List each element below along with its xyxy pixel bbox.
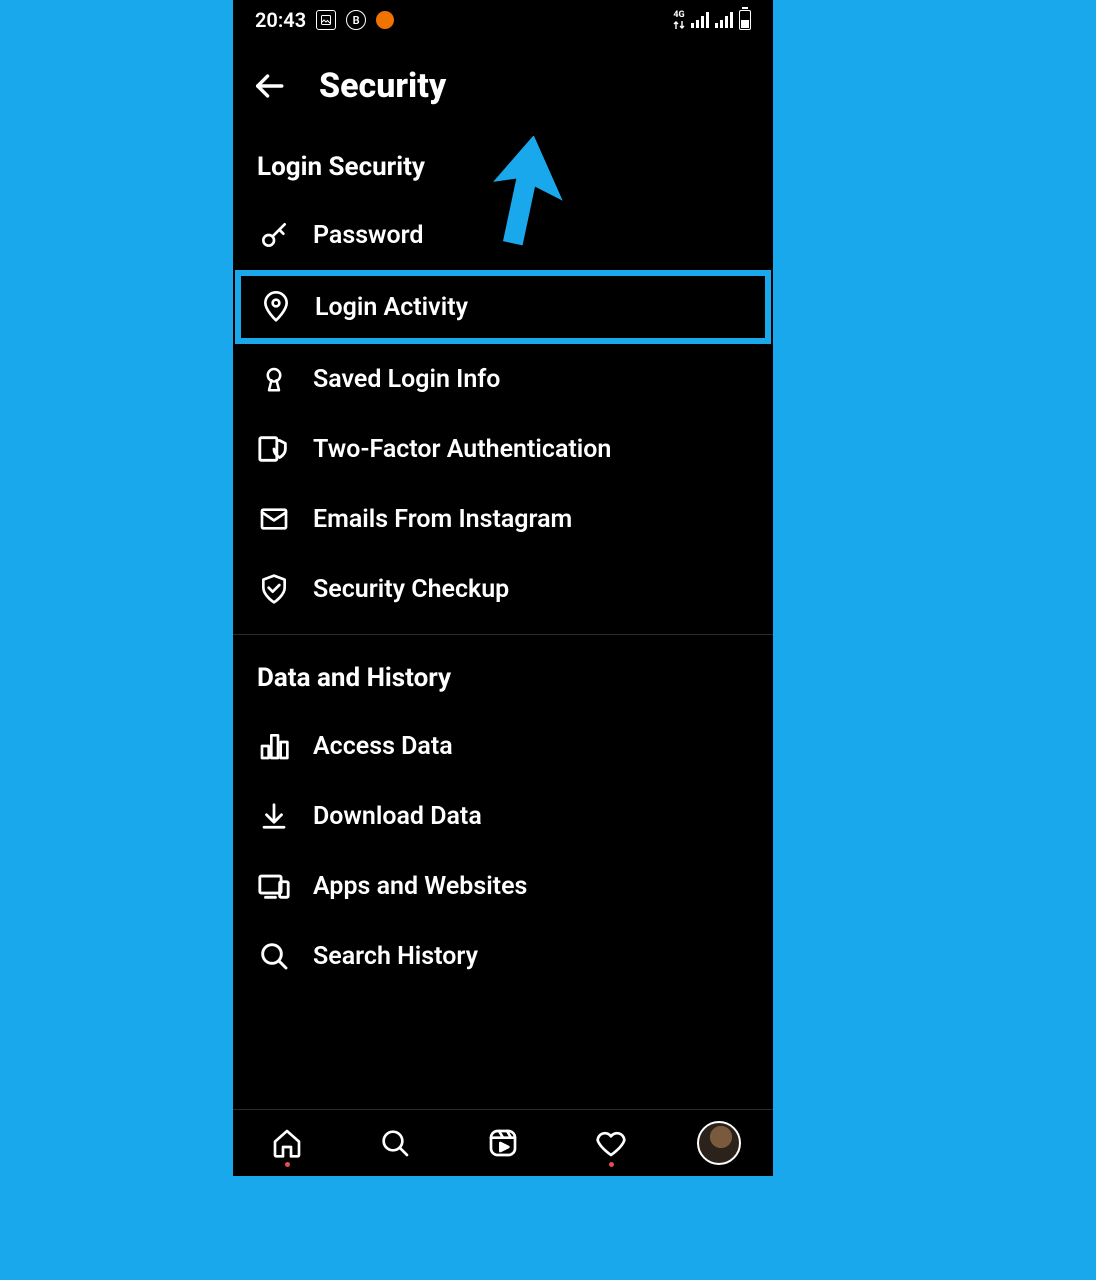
status-left: 20:43 B bbox=[255, 8, 394, 32]
signal-icon bbox=[691, 12, 709, 28]
page-title: Security bbox=[319, 66, 446, 106]
nav-profile[interactable] bbox=[697, 1121, 741, 1165]
highlight-login-activity: Login Activity bbox=[235, 270, 771, 344]
mail-icon bbox=[257, 502, 291, 536]
key-icon bbox=[257, 218, 291, 252]
network-indicator: 4G bbox=[673, 11, 685, 30]
section-login-security-title: Login Security bbox=[233, 124, 773, 200]
bottom-nav bbox=[233, 1109, 773, 1176]
menu-item-emails[interactable]: Emails From Instagram bbox=[233, 484, 773, 554]
notification-dot-icon bbox=[376, 11, 394, 29]
status-right: 4G bbox=[673, 10, 751, 30]
keyhole-icon bbox=[257, 362, 291, 396]
shield-check-icon bbox=[257, 572, 291, 606]
menu-label: Search History bbox=[313, 942, 478, 971]
badge-b-icon: B bbox=[346, 10, 366, 30]
search-icon bbox=[379, 1127, 411, 1159]
back-button[interactable] bbox=[249, 66, 289, 106]
menu-label: Two-Factor Authentication bbox=[313, 435, 611, 464]
notification-dot bbox=[609, 1162, 614, 1167]
menu-item-access-data[interactable]: Access Data bbox=[233, 711, 773, 781]
nav-search[interactable] bbox=[373, 1121, 417, 1165]
search-icon bbox=[257, 939, 291, 973]
heart-icon bbox=[595, 1127, 627, 1159]
nav-activity[interactable] bbox=[589, 1121, 633, 1165]
menu-item-saved-login-info[interactable]: Saved Login Info bbox=[233, 344, 773, 414]
menu-label: Password bbox=[313, 221, 424, 250]
shield-lock-icon bbox=[257, 432, 291, 466]
signal-icon-2 bbox=[715, 12, 733, 28]
data-arrows-icon bbox=[673, 20, 685, 30]
download-icon bbox=[257, 799, 291, 833]
page-header: Security bbox=[233, 40, 773, 124]
menu-item-security-checkup[interactable]: Security Checkup bbox=[233, 554, 773, 624]
menu-label: Download Data bbox=[313, 802, 482, 831]
location-pin-icon bbox=[259, 290, 293, 324]
menu-label: Apps and Websites bbox=[313, 872, 527, 901]
devices-icon bbox=[257, 869, 291, 903]
status-bar: 20:43 B 4G bbox=[233, 0, 773, 40]
picture-icon bbox=[316, 10, 336, 30]
menu-item-password[interactable]: Password bbox=[233, 200, 773, 270]
menu-label: Access Data bbox=[313, 732, 453, 761]
phone-frame: 20:43 B 4G Security Login Securit bbox=[233, 0, 773, 1176]
network-label: 4G bbox=[673, 11, 684, 20]
nav-home[interactable] bbox=[265, 1121, 309, 1165]
status-time: 20:43 bbox=[255, 8, 306, 32]
notification-dot bbox=[285, 1162, 290, 1167]
battery-icon bbox=[739, 10, 751, 30]
menu-item-two-factor[interactable]: Two-Factor Authentication bbox=[233, 414, 773, 484]
bar-chart-icon bbox=[257, 729, 291, 763]
menu-label: Login Activity bbox=[315, 293, 468, 322]
menu-label: Emails From Instagram bbox=[313, 505, 572, 534]
menu-label: Security Checkup bbox=[313, 575, 509, 604]
settings-content: Login Security Password Login Activity S… bbox=[233, 124, 773, 1109]
menu-label: Saved Login Info bbox=[313, 365, 500, 394]
menu-item-apps-websites[interactable]: Apps and Websites bbox=[233, 851, 773, 921]
profile-avatar bbox=[697, 1121, 741, 1165]
menu-item-login-activity[interactable]: Login Activity bbox=[241, 276, 765, 338]
arrow-left-icon bbox=[252, 69, 286, 103]
nav-reels[interactable] bbox=[481, 1121, 525, 1165]
menu-item-download-data[interactable]: Download Data bbox=[233, 781, 773, 851]
section-data-history-title: Data and History bbox=[233, 635, 773, 711]
reels-icon bbox=[487, 1127, 519, 1159]
menu-item-search-history[interactable]: Search History bbox=[233, 921, 773, 991]
home-icon bbox=[271, 1127, 303, 1159]
